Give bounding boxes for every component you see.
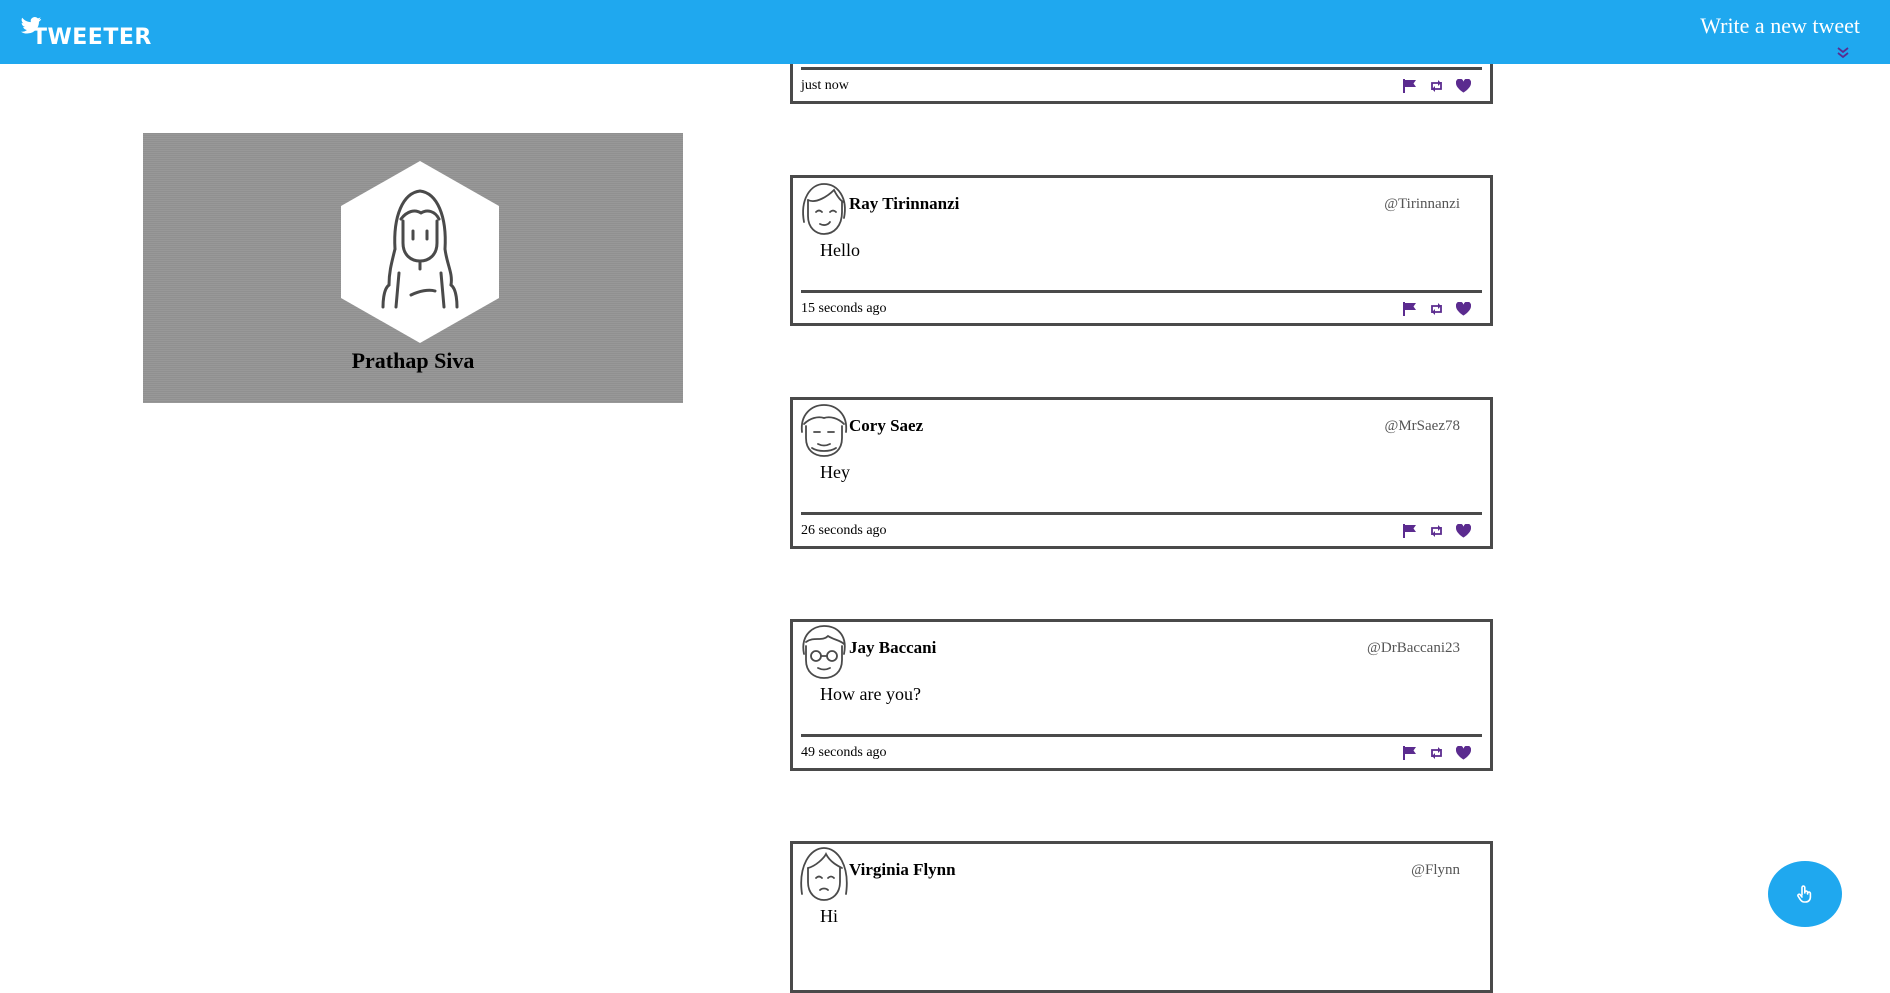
tweet-author-name[interactable]: Virginia Flynn: [849, 860, 956, 880]
tweet-card: Ray Tirinnanzi @Tirinnanzi Hello 15 seco…: [790, 175, 1493, 326]
brand-name: TWEETER: [32, 25, 152, 50]
tweet-card: Jay Baccani @DrBaccani23 How are you? 49…: [790, 619, 1493, 771]
hand-pointer-icon: [1797, 885, 1812, 903]
flag-icon[interactable]: [1402, 746, 1417, 760]
tweet-author-handle[interactable]: @DrBaccani23: [1367, 640, 1460, 657]
profile-card: Prathap Siva: [143, 133, 683, 403]
retweet-icon[interactable]: [1429, 524, 1444, 538]
flag-icon[interactable]: [1402, 79, 1417, 93]
tweet-divider: [801, 512, 1482, 515]
profile-avatar: [341, 161, 499, 343]
avatar: [800, 847, 848, 901]
chevron-double-down-icon[interactable]: [1836, 46, 1850, 60]
heart-icon[interactable]: [1456, 524, 1471, 538]
tweet-timestamp: 26 seconds ago: [801, 523, 887, 538]
avatar: [800, 404, 848, 457]
tweet-author-name[interactable]: Jay Baccani: [849, 638, 936, 658]
flag-icon[interactable]: [1402, 302, 1417, 316]
tweet-timestamp: just now: [801, 78, 849, 93]
retweet-icon[interactable]: [1429, 746, 1444, 760]
tweet-divider: [801, 290, 1482, 293]
tweet-author-handle[interactable]: @Flynn: [1411, 862, 1460, 879]
tweet-text: Hi: [820, 906, 838, 926]
tweet-actions: [1402, 302, 1471, 316]
tweet-author-name[interactable]: Cory Saez: [849, 416, 923, 436]
tweet-text: Hello: [820, 240, 860, 260]
tweet-actions: [1402, 79, 1471, 93]
flag-icon[interactable]: [1402, 524, 1417, 538]
tweet-author-name[interactable]: Ray Tirinnanzi: [849, 194, 959, 214]
retweet-icon[interactable]: [1429, 79, 1444, 93]
heart-icon[interactable]: [1456, 746, 1471, 760]
tweet-card: Cory Saez @MrSaez78 Hey 26 seconds ago: [790, 397, 1493, 549]
heart-icon[interactable]: [1456, 79, 1471, 93]
profile-name: Prathap Siva: [351, 348, 475, 373]
tweet-actions: [1402, 524, 1471, 538]
tweet-actions: [1402, 746, 1471, 760]
tweet-author-handle[interactable]: @Tirinnanzi: [1384, 196, 1460, 213]
scroll-top-button[interactable]: [1768, 861, 1842, 927]
tweet-divider: [801, 67, 1482, 70]
tweet-author-handle[interactable]: @MrSaez78: [1385, 418, 1460, 435]
top-navbar: TWEETER Write a new tweet: [0, 0, 1890, 64]
avatar: [802, 625, 846, 679]
tweet-timestamp: 49 seconds ago: [801, 745, 887, 760]
tweet-text: Hey: [820, 462, 850, 482]
avatar: [802, 183, 846, 235]
heart-icon[interactable]: [1456, 302, 1471, 316]
tweet-card: Virginia Flynn @Flynn Hi: [790, 841, 1493, 993]
retweet-icon[interactable]: [1429, 302, 1444, 316]
tweet-timestamp: 15 seconds ago: [801, 301, 887, 316]
write-new-tweet-link[interactable]: Write a new tweet: [1700, 14, 1860, 38]
tweet-divider: [801, 734, 1482, 737]
tweet-text: How are you?: [820, 684, 921, 704]
